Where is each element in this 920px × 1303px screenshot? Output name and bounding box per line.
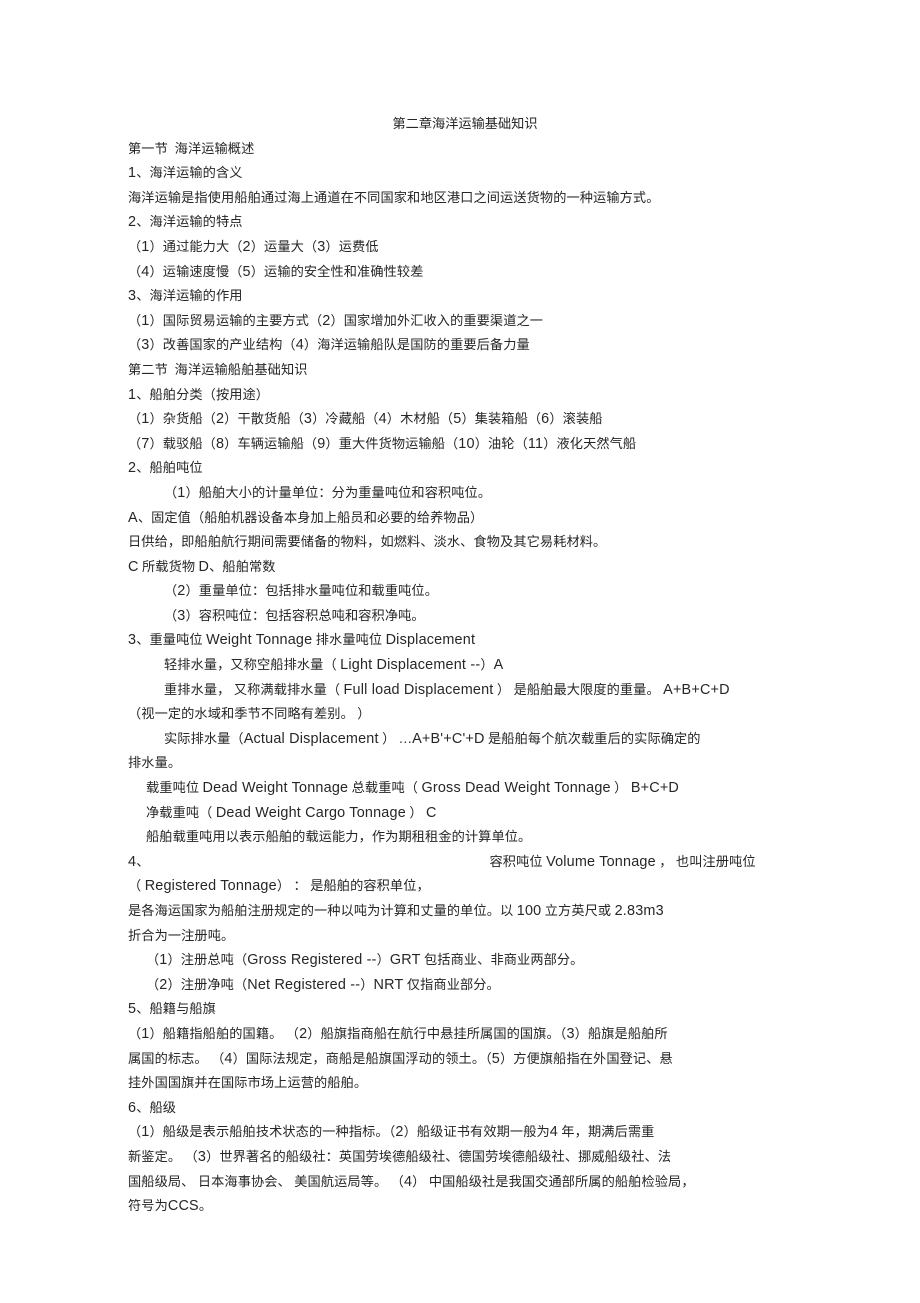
text-line-item1-body: 海洋运输是指使用船舶通过海上通道在不同国家和地区港口之间运送货物的一种运输方式。: [128, 189, 660, 205]
text-line-registry-flag-heading: 5、船籍与船旗: [128, 1001, 216, 1018]
text-line-grt: （1）注册总吨（Gross Registered --）GRT 包括商业、非商业…: [146, 952, 584, 969]
text-line-ship-types-b: （7）载驳船（8）车辆运输船（9）重大件货物运输船（10）油轮（11）液化天然气…: [128, 435, 637, 452]
text-line-registry-flag-a: （1）船籍指船舶的国籍。 （2）船旗指商船在航行中悬挂所属国的国旗。（3）船旗是…: [128, 1025, 668, 1042]
text-line-tonnage-heading: 2、船舶吨位: [128, 460, 203, 477]
text-line-ship-types-heading: 1、船舶分类（按用途）: [128, 386, 270, 403]
text-line-ship-class-c: 国船级局、 日本海事协会、 美国航运局等。 （4） 中国船级社是我国交通部所属的…: [128, 1173, 695, 1190]
text-line-tonnage-unit: （1）船舶大小的计量单位：分为重量吨位和容积吨位。: [164, 484, 492, 501]
text-line-item2-heading: 2、海洋运输的特点: [128, 214, 243, 231]
volume-tonnage-label: 容积吨位 Volume Tonnage ， 也叫注册吨位: [489, 853, 756, 870]
text-line-dead-weight-cargo-tonnage: 净载重吨（ Dead Weight Cargo Tonnage ） C: [146, 804, 437, 821]
text-line-section1-heading: 第一节 海洋运输概述: [128, 140, 255, 156]
document-page: 第二章海洋运输基础知识 第一节 海洋运输概述 1、海洋运输的含义 海洋运输是指使…: [0, 0, 920, 1303]
text-line-registered-tonnage-def: 是各海运国家为船舶注册规定的一种以吨为计算和丈量的单位。以 100 立方英尺或 …: [128, 903, 664, 919]
text-line-full-load-displacement: 重排水量， 又称满载排水量（ Full load Displacement ） …: [164, 681, 730, 698]
text-line-nrt: （2）注册净吨（Net Registered --）NRT 仅指商业部分。: [146, 976, 500, 993]
document-text-body: 第二章海洋运输基础知识 第一节 海洋运输概述 1、海洋运输的含义 海洋运输是指使…: [128, 112, 792, 1219]
text-line-ship-class-heading: 6、船级: [128, 1099, 177, 1116]
text-line-ship-types-a: （1）杂货船（2）干散货船（3）冷藏船（4）木材船（5）集装箱船（6）滚装船: [128, 411, 603, 428]
text-line-dwt-usage: 船舶载重吨用以表示船舶的载运能力，作为期租租金的计算单位。: [146, 829, 532, 845]
text-line-light-displacement: 轻排水量，又称空船排水量（ Light Displacement --）A: [164, 657, 504, 674]
list-marker-4: 4、: [128, 853, 150, 870]
chapter-title: 第二章海洋运输基础知识: [392, 116, 538, 131]
text-line-actual-displacement: 实际排水量（Actual Displacement ） …A+B'+C'+D 是…: [164, 730, 701, 747]
text-line-registered-tonnage: （ Registered Tonnage） ： 是船舶的容积单位，: [128, 878, 430, 895]
text-line-item3-points-b: （3）改善国家的产业结构（4）海洋运输船队是国防的重要后备力量: [128, 337, 530, 354]
text-line-ship-class-d: 符号为CCS。: [128, 1198, 213, 1215]
text-line-daily-supply: 日供给，即船舶航行期间需要储备的物料，如燃料、淡水、食物及其它易耗材料。: [128, 534, 607, 550]
text-line-actual-displacement-cont: 排水量。: [128, 755, 182, 771]
text-line-volume-unit: （3）容积吨位：包括容积总吨和容积净吨。: [164, 607, 425, 624]
text-line-weight-unit: （2）重量单位：包括排水量吨位和载重吨位。: [164, 583, 438, 600]
text-line-fixed-value: A、固定值（船舶机器设备本身加上船员和必要的给养物品）: [128, 509, 484, 526]
text-line-volume-tonnage-heading: 4、 容积吨位 Volume Tonnage ， 也叫注册吨位: [128, 850, 792, 875]
text-line-item2-points-a: （1）通过能力大（2）运量大（3）运费低: [128, 238, 379, 255]
text-line-weight-tonnage-heading: 3、重量吨位 Weight Tonnage 排水量吨位 Displacement: [128, 632, 476, 649]
text-line-displacement-note: （视一定的水域和季节不同略有差别。 ）: [128, 706, 371, 722]
text-line-registry-flag-c: 挂外国国旗并在国际市场上运营的船舶。: [128, 1075, 368, 1091]
text-line-item1-heading: 1、海洋运输的含义: [128, 165, 243, 182]
text-line-item2-points-b: （4）运输速度慢（5）运输的安全性和准确性较差: [128, 263, 424, 280]
text-line-registered-tonnage-def-cont: 折合为一注册吨。: [128, 927, 235, 943]
text-line-ship-class-b: 新鉴定。 （3）世界著名的船级社：英国劳埃德船级社、德国劳埃德船级社、挪威船级社…: [128, 1148, 672, 1165]
text-line-item3-heading: 3、海洋运输的作用: [128, 288, 243, 305]
text-line-section2-heading: 第二节 海洋运输船舶基础知识: [128, 361, 308, 377]
text-line-registry-flag-b: 属国的标志。 （4）国际法规定，商船是船旗国浮动的领土。（5）方便旗船指在外国登…: [128, 1050, 673, 1067]
text-line-dead-weight-tonnage: 载重吨位 Dead Weight Tonnage 总载重吨（ Gross Dea…: [146, 780, 680, 797]
text-line-cargo-constant: C 所载货物 D、船舶常数: [128, 558, 276, 575]
text-line-ship-class-a: （1）船级是表示船舶技术状态的一种指标。（2）船级证书有效期一般为4 年，期满后…: [128, 1124, 655, 1141]
text-line-item3-points-a: （1）国际贸易运输的主要方式（2）国家增加外汇收入的重要渠道之一: [128, 312, 544, 329]
